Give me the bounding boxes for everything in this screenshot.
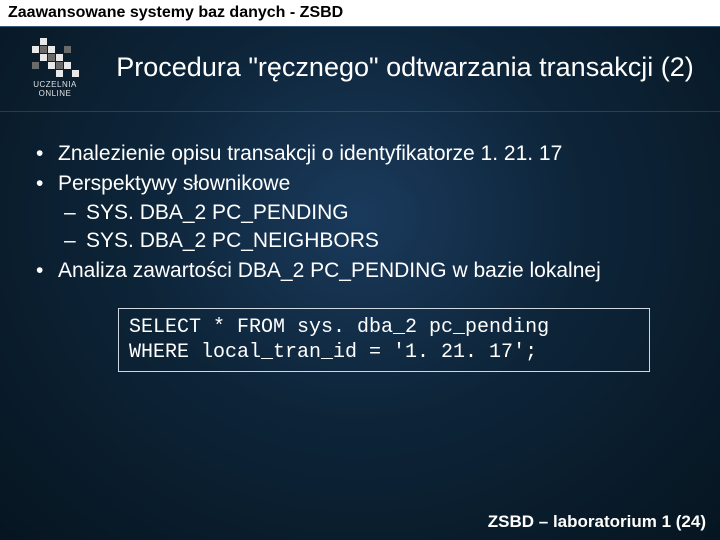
institution-logo: UCZELNIA ONLINE (10, 33, 100, 103)
list-item: SYS. DBA_2 PC_PENDING (58, 199, 690, 227)
logo-text: UCZELNIA ONLINE (33, 81, 77, 99)
list-item: SYS. DBA_2 PC_NEIGHBORS (58, 227, 690, 255)
slide-title: Procedura "ręcznego" odtwarzania transak… (100, 51, 710, 85)
sql-code-block: SELECT * FROM sys. dba_2 pc_pending WHER… (118, 308, 650, 372)
slide-footer: ZSBD – laboratorium 1 (24) (488, 512, 706, 532)
logo-icon (32, 38, 79, 77)
list-item: Znalezienie opisu transakcji o identyfik… (30, 140, 690, 168)
list-item: Perspektywy słownikowe SYS. DBA_2 PC_PEN… (30, 170, 690, 255)
course-header: Zaawansowane systemy baz danych - ZSBD (0, 0, 720, 27)
logo-line2: ONLINE (33, 90, 77, 99)
sub-list: SYS. DBA_2 PC_PENDING SYS. DBA_2 PC_NEIG… (58, 199, 690, 256)
bullet-list: Znalezienie opisu transakcji o identyfik… (30, 140, 690, 286)
list-item-text: Perspektywy słownikowe (58, 172, 290, 195)
course-name: Zaawansowane systemy baz danych - ZSBD (8, 4, 343, 21)
slide-content: Znalezienie opisu transakcji o identyfik… (0, 112, 720, 382)
title-row: UCZELNIA ONLINE Procedura "ręcznego" odt… (0, 27, 720, 112)
list-item: Analiza zawartości DBA_2 PC_PENDING w ba… (30, 257, 690, 285)
